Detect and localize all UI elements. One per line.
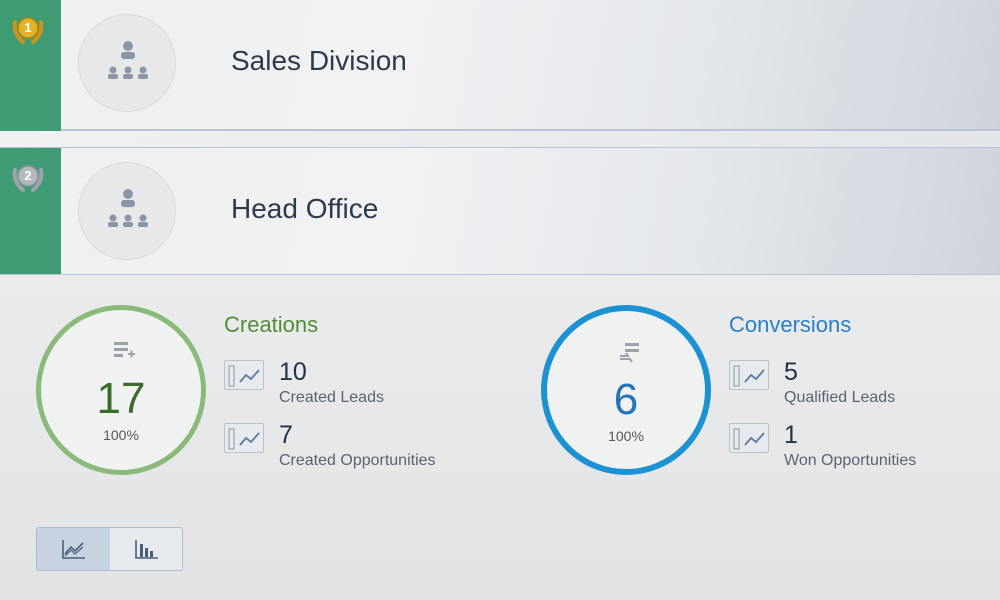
conversions-total-ring: 6 100% [541, 305, 711, 475]
avatar [78, 14, 176, 112]
creations-total-ring: 17 100% [36, 305, 206, 475]
trend-chart-icon [733, 428, 765, 450]
team-row-2[interactable]: 2 Head Office [0, 147, 1000, 275]
view-toggle [36, 527, 183, 571]
conversions-percent: 100% [608, 428, 644, 444]
conversions-title: Conversions [729, 312, 852, 337]
metric-value: 5 [784, 358, 798, 386]
list-add-icon [114, 342, 135, 358]
trend-chart-icon [733, 365, 765, 387]
rank-number: 2 [24, 168, 32, 183]
trend-chart-button[interactable] [224, 423, 264, 453]
row-divider [0, 131, 1000, 147]
metric-label: Created Leads [279, 389, 384, 406]
metric-value: 7 [279, 421, 293, 449]
trend-chart-button[interactable] [224, 360, 264, 390]
line-chart-icon [62, 540, 85, 559]
creations-total: 17 [96, 374, 146, 423]
laurel-badge-icon: 1 [7, 8, 49, 50]
metric-value: 1 [784, 421, 798, 449]
bar-chart-icon [135, 540, 158, 559]
team-name[interactable]: Sales Division [231, 45, 407, 77]
team-detail-panel: 17 100% Creations 10 Created Leads 7 Cre… [0, 275, 1000, 600]
metric-label: Won Opportunities [784, 452, 917, 469]
avatar [78, 162, 176, 260]
creations-percent: 100% [103, 427, 139, 443]
laurel-badge-icon: 2 [7, 156, 49, 198]
list-convert-icon [620, 343, 639, 363]
metric-label: Qualified Leads [784, 389, 896, 406]
bar-chart-view-button[interactable] [110, 528, 182, 570]
trend-chart-icon [228, 428, 260, 450]
conversions-total: 6 [613, 375, 639, 424]
rank-number: 1 [24, 20, 32, 35]
org-chart-icon [108, 189, 148, 227]
team-name[interactable]: Head Office [231, 193, 378, 225]
metric-label: Created Opportunities [279, 452, 436, 469]
line-chart-view-button[interactable] [37, 528, 111, 570]
team-row-1[interactable]: 1 Sales Division [0, 0, 1000, 131]
org-chart-icon [108, 41, 148, 79]
trend-chart-icon [228, 365, 260, 387]
metric-value: 10 [279, 358, 307, 386]
trend-chart-button[interactable] [729, 360, 769, 390]
trend-chart-button[interactable] [729, 423, 769, 453]
creations-title: Creations [224, 312, 319, 337]
